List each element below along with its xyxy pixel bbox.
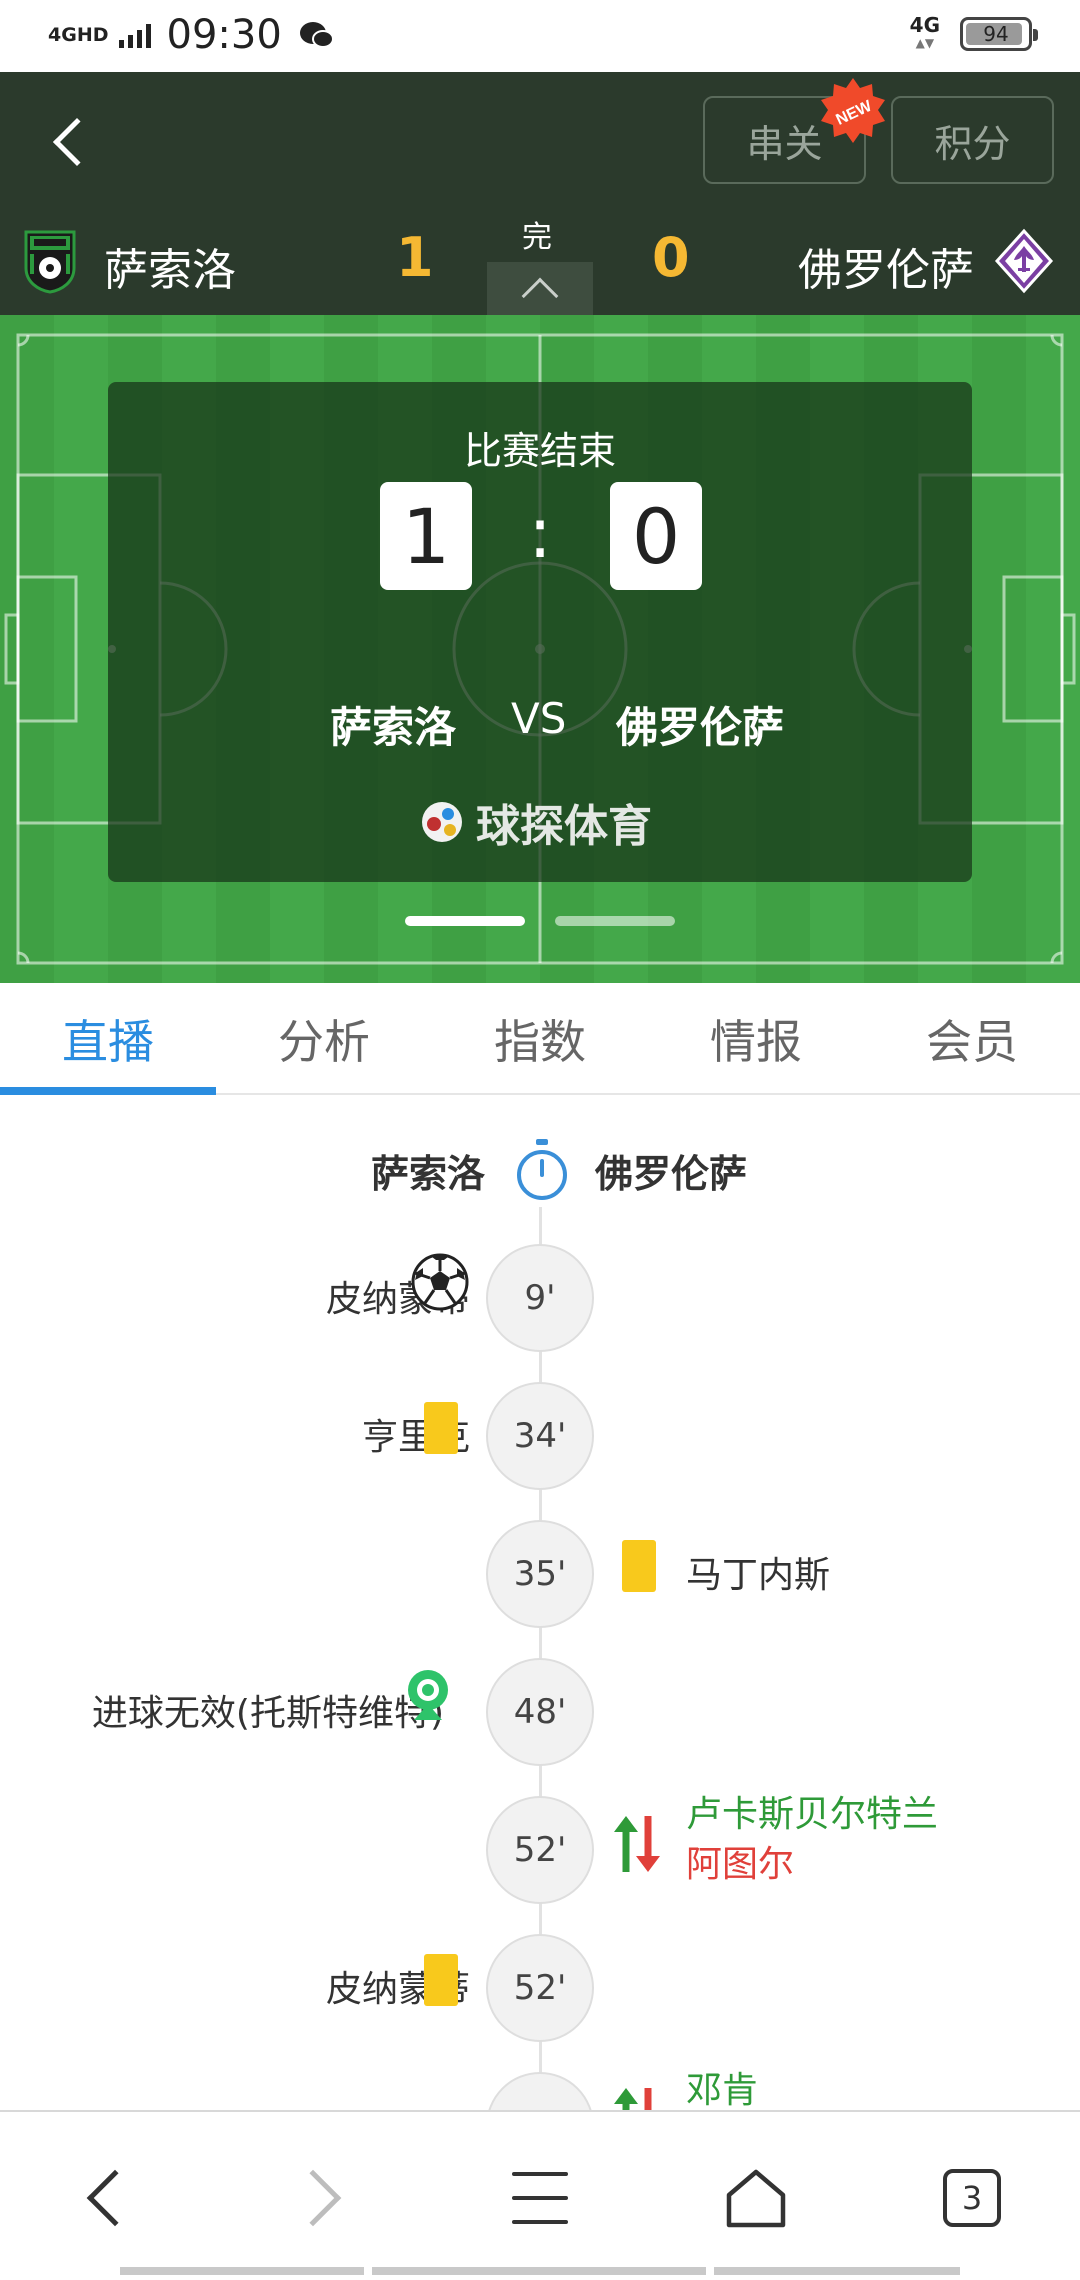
event-timeline[interactable]: 萨索洛 佛罗伦萨 皮纳蒙蒂 9' 亨里克 34' 35' 马丁内斯 进球无效(托…	[0, 1117, 1080, 2110]
match-status-label: 完	[522, 220, 552, 255]
carousel-dot-2[interactable]	[555, 916, 675, 926]
timeline-event[interactable]: 56' 邓肯	[0, 2070, 1080, 2110]
vs-label: VS	[511, 694, 567, 743]
tab-intel[interactable]: 情报	[648, 983, 864, 1095]
tab-live[interactable]: 直播	[0, 983, 216, 1095]
status-left: 4GHD 09:30	[48, 12, 336, 58]
timeline-event[interactable]: 进球无效(托斯特维特) 48'	[0, 1658, 1080, 1770]
yellow-card-icon	[622, 1540, 662, 1600]
timeline-away-team: 佛罗伦萨	[595, 1152, 748, 1196]
event-player: 马丁内斯	[686, 1555, 831, 1596]
status-bar: 4GHD 09:30 4G ▲▼ 94	[0, 0, 1080, 72]
timeline-event[interactable]: 35' 马丁内斯	[0, 1520, 1080, 1632]
clock: 09:30	[166, 12, 282, 58]
brand-name: 球探体育	[476, 801, 652, 852]
status-right: 4G ▲▼ 94	[909, 13, 1038, 52]
card-home-score: 1	[380, 482, 472, 590]
tab-odds[interactable]: 指数	[432, 983, 648, 1095]
player-in: 邓肯	[686, 2070, 759, 2110]
substitution-icon	[614, 1816, 660, 1872]
timeline-home-team: 萨索洛	[370, 1152, 485, 1196]
tab-count: 3	[943, 2169, 1001, 2227]
substitution-players: 邓肯	[686, 2066, 758, 2110]
wechat-notification-icon	[299, 20, 336, 50]
score-separator: :	[528, 492, 552, 574]
back-arrow-icon	[52, 117, 102, 167]
card-away-team: 佛罗伦萨	[616, 703, 785, 752]
active-tab-indicator	[0, 1087, 216, 1095]
tabs-button[interactable]: 3	[922, 2148, 1022, 2248]
browser-bottom-nav: 3	[0, 2110, 1080, 2280]
yellow-card-icon	[424, 1954, 464, 2014]
standings-button[interactable]: 积分	[891, 96, 1054, 184]
yellow-card-icon	[424, 1402, 464, 1462]
network-type-label: 4GHD	[48, 24, 109, 46]
gesture-bar	[120, 2267, 960, 2275]
var-icon	[408, 1670, 448, 1720]
event-minute: 56'	[486, 2072, 594, 2110]
carousel-dot-1[interactable]	[405, 916, 525, 926]
menu-button[interactable]	[490, 2148, 590, 2248]
final-score-card: 比赛结束 1 : 0 萨索洛 VS 佛罗伦萨 球探体育	[108, 382, 972, 882]
player-out: 阿图尔	[686, 1844, 795, 1885]
forward-icon	[284, 2169, 342, 2227]
collapse-button[interactable]	[487, 262, 593, 315]
brand-logo-icon	[422, 802, 462, 842]
timeline-event[interactable]: 皮纳蒙蒂 9'	[0, 1244, 1080, 1356]
match-result-status: 比赛结束	[463, 429, 616, 473]
tab-analysis[interactable]: 分析	[216, 983, 432, 1095]
stopwatch-icon	[517, 1139, 567, 1200]
event-minute: 9'	[486, 1244, 594, 1352]
new-badge-icon: NEW	[818, 76, 888, 146]
event-minute: 52'	[486, 1934, 594, 2042]
away-score: 0	[652, 226, 690, 289]
fiorentina-logo-icon[interactable]	[994, 228, 1054, 294]
back-icon	[86, 2169, 144, 2227]
player-in: 卢卡斯贝尔特兰	[686, 1794, 939, 1835]
tab-membership[interactable]: 会员	[864, 983, 1080, 1095]
pitch-banner[interactable]: 比赛结束 1 : 0 萨索洛 VS 佛罗伦萨 球探体育	[0, 315, 1080, 983]
event-minute: 52'	[486, 1796, 594, 1904]
signal-icon	[118, 22, 151, 48]
card-home-team: 萨索洛	[330, 703, 457, 752]
battery-level: 94	[983, 22, 1009, 46]
back-button[interactable]	[40, 102, 102, 182]
event-minute: 48'	[486, 1658, 594, 1766]
home-button[interactable]	[706, 2148, 806, 2248]
score-row: 萨索洛 1 完 0 佛罗伦萨	[0, 220, 1080, 315]
browser-back-button[interactable]	[56, 2148, 156, 2248]
brand-watermark: 球探体育	[420, 790, 652, 854]
timeline-event[interactable]: 皮纳蒙蒂 52'	[0, 1934, 1080, 2046]
away-team-name: 佛罗伦萨	[798, 245, 974, 296]
home-score: 1	[396, 226, 434, 289]
substitution-icon	[614, 2088, 652, 2110]
timeline-event[interactable]: 亨里克 34'	[0, 1382, 1080, 1494]
home-icon	[726, 2169, 786, 2228]
browser-forward-button[interactable]	[272, 2148, 372, 2248]
event-minute: 34'	[486, 1382, 594, 1490]
goal-icon	[411, 1253, 469, 1311]
battery-icon: 94	[960, 17, 1038, 51]
mobile-data-icon: 4G ▲▼	[909, 13, 940, 50]
card-away-score: 0	[610, 482, 702, 590]
event-minute: 35'	[486, 1520, 594, 1628]
sassuolo-logo-icon[interactable]	[20, 228, 80, 294]
substitution-players: 卢卡斯贝尔特兰 阿图尔	[686, 1790, 938, 1890]
event-player: 进球无效(托斯特维特)	[91, 1693, 444, 1734]
menu-icon	[512, 2172, 568, 2224]
home-team-name: 萨索洛	[104, 245, 236, 296]
tab-bar: 直播 分析 指数 情报 会员	[0, 983, 1080, 1095]
timeline-event[interactable]: 52' 卢卡斯贝尔特兰 阿图尔	[0, 1794, 1080, 1908]
chevron-up-icon	[521, 277, 559, 314]
match-header: 串关 积分 NEW 萨索洛 1 完 0 佛罗伦萨	[0, 72, 1080, 315]
